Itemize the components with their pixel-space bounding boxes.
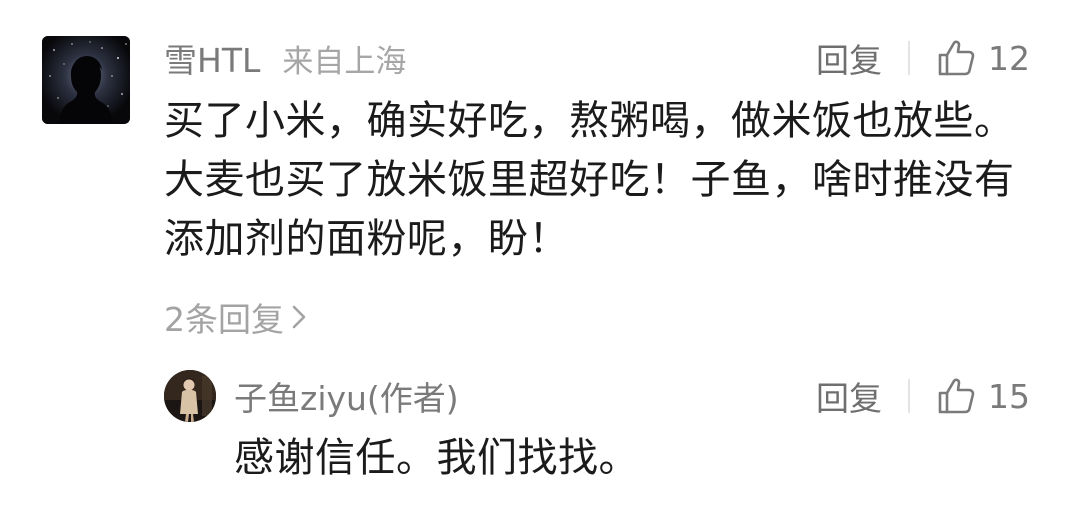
like-button[interactable]: 12: [936, 38, 1030, 78]
comment-text: 买了小米，确实好吃，熬粥喝，做米饭也放些。大麦也买了放米饭里超好吃！子鱼，啥时推…: [164, 98, 1015, 262]
reply-button[interactable]: 回复: [816, 34, 882, 82]
reply-actions: 回复 15: [816, 372, 1030, 420]
silhouette-starry-night-icon: [42, 36, 130, 124]
like-button[interactable]: 15: [936, 376, 1030, 416]
reply-text: 感谢信任。我们找找。: [234, 435, 639, 481]
location-label: 来自上海: [282, 43, 407, 80]
avatar[interactable]: [42, 36, 130, 124]
divider: [908, 41, 910, 75]
comment-header: 雪HTL 来自上海: [164, 34, 406, 82]
thumbs-up-icon: [938, 40, 975, 76]
view-replies-link[interactable]: 2条回复: [164, 294, 308, 340]
divider: [908, 379, 910, 413]
author-portrait-avatar: [164, 370, 216, 422]
author-avatar[interactable]: [164, 370, 216, 422]
like-count: 15: [988, 376, 1030, 416]
like-count: 12: [988, 38, 1030, 78]
chevron-right-icon: [292, 305, 306, 329]
thumbs-up-icon: [938, 378, 975, 414]
author-name[interactable]: 子鱼ziyu(作者): [234, 372, 459, 420]
view-replies-label: 2条回复: [164, 300, 284, 339]
comment-actions: 回复 12: [816, 34, 1030, 82]
reply-button[interactable]: 回复: [816, 372, 882, 420]
user-name[interactable]: 雪HTL: [164, 34, 260, 82]
